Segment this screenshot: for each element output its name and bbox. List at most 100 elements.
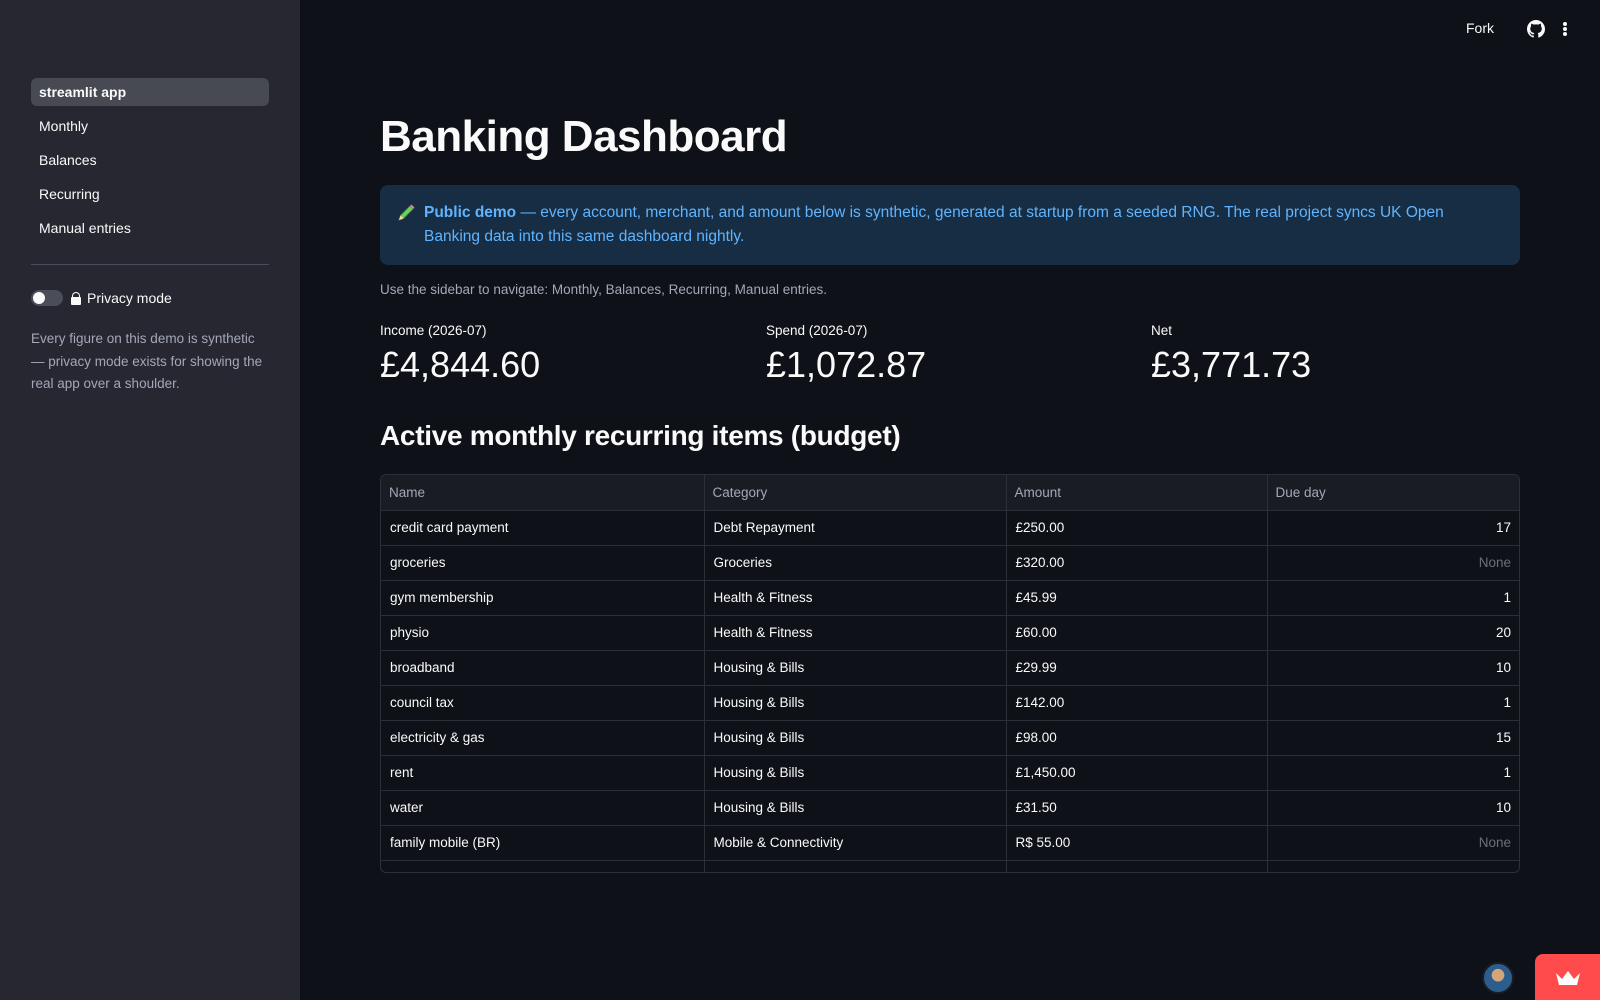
kebab-menu-icon[interactable]: [1556, 20, 1574, 38]
sidebar-item-manual-entries[interactable]: Manual entries: [31, 214, 269, 242]
cell-category[interactable]: Health & Fitness: [704, 580, 1007, 616]
table-row[interactable]: credit card payment Debt Repayment £250.00…: [381, 510, 1519, 546]
recurring-items-table[interactable]: Name Category Amount Due day credit card…: [380, 474, 1520, 873]
cell-due-day[interactable]: 1: [1267, 755, 1519, 791]
sidebar-item-recurring[interactable]: Recurring: [31, 180, 269, 208]
table-row[interactable]: electricity & gas Housing & Bills £98.00 15: [381, 720, 1519, 756]
avatar[interactable]: [1482, 962, 1514, 994]
cell-name[interactable]: groceries: [381, 545, 705, 581]
kebab-dot: [1563, 27, 1567, 31]
metric-value: £3,771.73: [1151, 344, 1312, 385]
table-row[interactable]: broadband Housing & Bills £29.99 10: [381, 650, 1519, 686]
column-header-due-day[interactable]: Due day: [1267, 475, 1519, 511]
metric-net: Net £3,771.73: [1151, 323, 1511, 386]
cell-name[interactable]: electricity & gas: [381, 720, 705, 756]
cell-name[interactable]: broadband: [381, 650, 705, 686]
cell-name[interactable]: mobile contract: [381, 860, 705, 872]
cell-due-day[interactable]: None: [1267, 545, 1519, 581]
cell-name[interactable]: physio: [381, 615, 705, 651]
metric-label: Income (2026-07): [380, 323, 487, 338]
data-table: Name Category Amount Due day credit card…: [381, 475, 1519, 872]
metric-spend: Spend (2026-07) £1,072.87: [766, 323, 1126, 386]
table-header-row: Name Category Amount Due day: [381, 475, 1519, 511]
sidebar-item-streamlit-app[interactable]: streamlit app: [31, 78, 269, 106]
cell-due-day[interactable]: 1: [1267, 580, 1519, 616]
cell-name[interactable]: council tax: [381, 685, 705, 721]
section-title: Active monthly recurring items (budget): [380, 420, 901, 451]
cell-amount[interactable]: £142.00: [1006, 685, 1268, 721]
streamlit-badge[interactable]: [1535, 954, 1600, 1000]
cell-due-day[interactable]: 10: [1267, 790, 1519, 826]
cell-due-day[interactable]: None: [1267, 825, 1519, 861]
cell-amount[interactable]: £29.99: [1006, 650, 1268, 686]
table-row[interactable]: rent Housing & Bills £1,450.00 1: [381, 755, 1519, 791]
table-row[interactable]: family mobile (BR) Mobile & Connectivity R…: [381, 825, 1519, 861]
navigation-caption: Use the sidebar to navigate: Monthly, Ba…: [380, 282, 827, 297]
kebab-dot: [1563, 22, 1567, 26]
cell-amount[interactable]: £250.00: [1006, 510, 1268, 546]
info-text: — every account, merchant, and amount be…: [424, 204, 1444, 245]
cell-due-day[interactable]: 10: [1267, 650, 1519, 686]
cell-amount[interactable]: £60.00: [1006, 615, 1268, 651]
info-alert: Public demo — every account, merchant, a…: [380, 185, 1520, 265]
cell-due-day[interactable]: 17: [1267, 510, 1519, 546]
sidebar-item-monthly[interactable]: Monthly: [31, 112, 269, 140]
table-row[interactable]: council tax Housing & Bills £142.00 1: [381, 685, 1519, 721]
cell-category[interactable]: Housing & Bills: [704, 650, 1007, 686]
kebab-dot: [1563, 32, 1567, 36]
cell-name[interactable]: water: [381, 790, 705, 826]
privacy-mode-toggle[interactable]: [31, 290, 63, 306]
cell-amount[interactable]: R$ 55.00: [1006, 825, 1268, 861]
lock-icon: [71, 291, 81, 305]
cell-category[interactable]: Housing & Bills: [704, 720, 1007, 756]
sidebar: streamlit app Monthly Balances Recurring…: [0, 0, 300, 1000]
metric-value: £4,844.60: [380, 344, 541, 385]
cell-amount[interactable]: £45.99: [1006, 580, 1268, 616]
cell-category[interactable]: Groceries: [704, 545, 1007, 581]
sidebar-item-balances[interactable]: Balances: [31, 146, 269, 174]
cell-due-day[interactable]: 20: [1267, 615, 1519, 651]
metric-value: £1,072.87: [766, 344, 927, 385]
cell-category[interactable]: Housing & Bills: [704, 685, 1007, 721]
page-title: Banking Dashboard: [380, 112, 788, 161]
privacy-mode-label: Privacy mode: [87, 290, 172, 306]
table-row[interactable]: mobile contractMobile & Connectivity: [381, 860, 1519, 872]
sidebar-note: Every figure on this demo is synthetic —…: [31, 331, 263, 391]
metric-label: Net: [1151, 323, 1173, 338]
cell-amount[interactable]: £31.50: [1006, 790, 1268, 826]
info-bold: Public demo: [424, 204, 517, 221]
cell-amount[interactable]: £98.00: [1006, 720, 1268, 756]
cell-amount[interactable]: [1006, 860, 1268, 872]
cell-amount[interactable]: £320.00: [1006, 545, 1268, 581]
column-header-name[interactable]: Name: [381, 475, 705, 511]
cell-category[interactable]: Mobile & Connectivity: [704, 860, 1007, 872]
cell-due-day[interactable]: [1267, 860, 1519, 872]
cell-name[interactable]: rent: [381, 755, 705, 791]
pen-icon: [398, 204, 415, 221]
cell-category[interactable]: Debt Repayment: [704, 510, 1007, 546]
sidebar-divider: [31, 264, 269, 265]
cell-category[interactable]: Housing & Bills: [704, 790, 1007, 826]
sidebar-nav: streamlit app Monthly Balances Recurring…: [31, 78, 269, 248]
cell-name[interactable]: gym membership: [381, 580, 705, 616]
cell-name[interactable]: credit card payment: [381, 510, 705, 546]
metric-income: Income (2026-07) £4,844.60: [380, 323, 740, 386]
fork-button[interactable]: Fork: [1466, 20, 1494, 36]
table-row[interactable]: physio Health & Fitness £60.00 20: [381, 615, 1519, 651]
github-icon[interactable]: [1527, 20, 1545, 38]
privacy-mode-row: Privacy mode: [31, 290, 172, 306]
column-header-amount[interactable]: Amount: [1006, 475, 1268, 511]
cell-due-day[interactable]: 15: [1267, 720, 1519, 756]
column-header-category[interactable]: Category: [704, 475, 1007, 511]
table-body: credit card payment Debt Repayment £250.00…: [381, 510, 1519, 872]
cell-category[interactable]: Health & Fitness: [704, 615, 1007, 651]
cell-name[interactable]: family mobile (BR): [381, 825, 705, 861]
cell-category[interactable]: Mobile & Connectivity: [704, 825, 1007, 861]
table-row[interactable]: groceries Groceries £320.00 None: [381, 545, 1519, 581]
cell-due-day[interactable]: 1: [1267, 685, 1519, 721]
table-row[interactable]: gym membership Health & Fitness £45.99 1: [381, 580, 1519, 616]
streamlit-crown-icon: [1556, 971, 1580, 985]
cell-amount[interactable]: £1,450.00: [1006, 755, 1268, 791]
cell-category[interactable]: Housing & Bills: [704, 755, 1007, 791]
table-row[interactable]: water Housing & Bills £31.50 10: [381, 790, 1519, 826]
